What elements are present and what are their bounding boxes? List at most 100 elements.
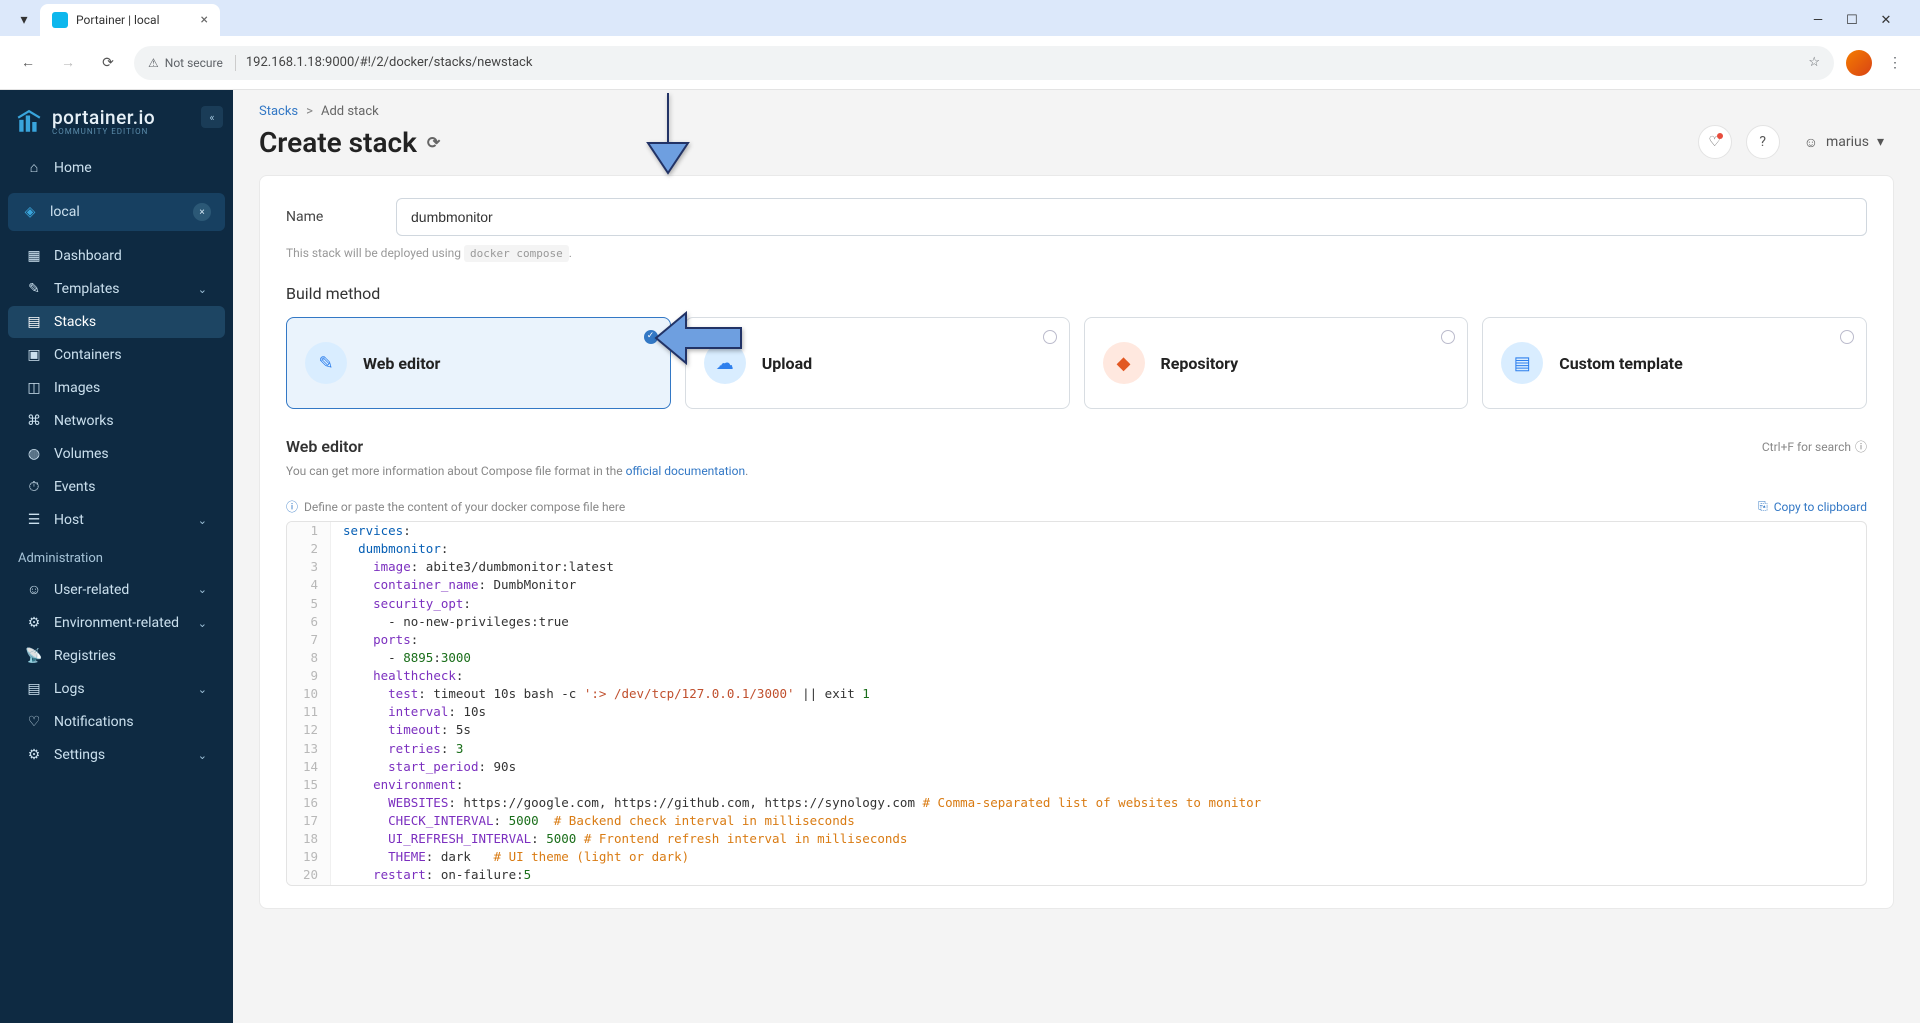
code-line[interactable]: 17 CHECK_INTERVAL: 5000 # Backend check … xyxy=(287,812,1866,830)
sidebar-environment[interactable]: ◈ local × xyxy=(8,193,225,231)
code-line[interactable]: 11 interval: 10s xyxy=(287,703,1866,721)
code-line[interactable]: 10 test: timeout 10s bash -c ':> /dev/tc… xyxy=(287,685,1866,703)
code-content: THEME: dark # UI theme (light or dark) xyxy=(331,848,689,866)
sidebar-item-containers[interactable]: ▣Containers xyxy=(8,339,225,371)
page-title: Create stack ⟳ xyxy=(259,126,440,159)
nav-forward-button[interactable]: → xyxy=(54,49,82,77)
nav-reload-button[interactable]: ⟳ xyxy=(94,49,122,77)
window-maximize-icon[interactable]: ☐ xyxy=(1842,13,1862,28)
sidebar-item-label: Templates xyxy=(54,281,120,297)
line-number: 6 xyxy=(287,613,331,631)
sidebar-collapse-button[interactable]: « xyxy=(201,106,223,128)
code-content: image: abite3/dumbmonitor:latest xyxy=(331,558,614,576)
code-line[interactable]: 20 restart: on-failure:5 xyxy=(287,866,1866,884)
profile-avatar[interactable] xyxy=(1846,50,1872,76)
code-line[interactable]: 5 security_opt: xyxy=(287,595,1866,613)
code-line[interactable]: 7 ports: xyxy=(287,631,1866,649)
code-line[interactable]: 18 UI_REFRESH_INTERVAL: 5000 # Frontend … xyxy=(287,830,1866,848)
code-content: start_period: 90s xyxy=(331,758,516,776)
sidebar-item-user-related[interactable]: ☺User-related⌄ xyxy=(8,573,225,606)
code-line[interactable]: 2 dumbmonitor: xyxy=(287,540,1866,558)
sidebar-item-networks[interactable]: ⌘Networks xyxy=(8,405,225,437)
code-line[interactable]: 19 THEME: dark # UI theme (light or dark… xyxy=(287,848,1866,866)
line-number: 14 xyxy=(287,758,331,776)
not-secure-badge[interactable]: ⚠ Not secure xyxy=(148,55,236,71)
sidebar-icon: ▤ xyxy=(26,681,42,697)
line-number: 1 xyxy=(287,522,331,540)
code-line[interactable]: 6 - no-new-privileges:true xyxy=(287,613,1866,631)
browser-tab[interactable]: Portainer | local × xyxy=(40,4,220,36)
stack-panel: Name This stack will be deployed using d… xyxy=(259,175,1894,909)
sidebar-item-dashboard[interactable]: ▦Dashboard xyxy=(8,240,225,272)
code-line[interactable]: 9 healthcheck: xyxy=(287,667,1866,685)
sidebar-item-templates[interactable]: ✎Templates⌄ xyxy=(8,273,225,305)
sidebar-item-label: Networks xyxy=(54,413,114,429)
help-circle-icon[interactable]: ⓘ xyxy=(1855,438,1867,455)
window-minimize-icon[interactable]: — xyxy=(1808,13,1828,28)
line-number: 13 xyxy=(287,740,331,758)
stack-name-input[interactable] xyxy=(396,198,1867,236)
bookmark-star-icon[interactable]: ☆ xyxy=(1808,55,1820,70)
sidebar-item-stacks[interactable]: ▤Stacks xyxy=(8,306,225,338)
build-card-web-editor[interactable]: ✎Web editor xyxy=(286,317,671,409)
window-close-icon[interactable]: ✕ xyxy=(1876,13,1896,28)
code-line[interactable]: 15 environment: xyxy=(287,776,1866,794)
sidebar-item-environment-related[interactable]: ⚙Environment-related⌄ xyxy=(8,607,225,639)
code-line[interactable]: 12 timeout: 5s xyxy=(287,721,1866,739)
notifications-bell-icon[interactable]: ♡ xyxy=(1698,125,1732,159)
radio-indicator xyxy=(1043,330,1057,344)
code-line[interactable]: 8 - 8895:3000 xyxy=(287,649,1866,667)
build-method-grid: ✎Web editor☁Upload◆Repository▤Custom tem… xyxy=(286,317,1867,409)
copy-to-clipboard-button[interactable]: ⎘ Copy to clipboard xyxy=(1758,499,1867,514)
tab-search-dropdown[interactable]: ▾ xyxy=(12,8,36,32)
refresh-icon[interactable]: ⟳ xyxy=(427,133,440,152)
breadcrumb-root[interactable]: Stacks xyxy=(259,104,298,119)
sidebar-icon: ☰ xyxy=(26,512,42,528)
sidebar-item-home[interactable]: ⌂ Home xyxy=(8,151,225,184)
build-card-custom-template[interactable]: ▤Custom template xyxy=(1482,317,1867,409)
brand[interactable]: portainer.io COMMUNITY EDITION « xyxy=(0,98,233,150)
sidebar-item-registries[interactable]: 📡Registries xyxy=(8,640,225,672)
sidebar-item-notifications[interactable]: ♡Notifications xyxy=(8,706,225,738)
build-icon: ☁ xyxy=(704,342,746,384)
sidebar-item-label: Containers xyxy=(54,347,122,363)
sidebar-icon: ⚙ xyxy=(26,615,42,631)
sidebar-item-logs[interactable]: ▤Logs⌄ xyxy=(8,673,225,705)
sidebar-item-label: User-related xyxy=(54,582,129,598)
browser-menu-icon[interactable]: ⋮ xyxy=(1884,55,1906,71)
help-icon[interactable]: ? xyxy=(1746,125,1780,159)
docs-link[interactable]: official documentation xyxy=(626,464,746,478)
sidebar-item-settings[interactable]: ⚙Settings⌄ xyxy=(8,739,225,771)
code-line[interactable]: 3 image: abite3/dumbmonitor:latest xyxy=(287,558,1866,576)
sidebar-item-events[interactable]: ⏱Events xyxy=(8,471,225,503)
code-line[interactable]: 14 start_period: 90s xyxy=(287,758,1866,776)
code-line[interactable]: 4 container_name: DumbMonitor xyxy=(287,576,1866,594)
sidebar-item-label: Volumes xyxy=(54,446,109,462)
build-method-title: Build method xyxy=(286,284,1867,303)
line-number: 8 xyxy=(287,649,331,667)
editor-info: ⓘ Define or paste the content of your do… xyxy=(286,498,625,515)
code-content: - 8895:3000 xyxy=(331,649,471,667)
code-editor[interactable]: 1services:2 dumbmonitor:3 image: abite3/… xyxy=(286,521,1867,886)
sidebar-item-volumes[interactable]: ◍Volumes xyxy=(8,438,225,470)
sidebar-item-host[interactable]: ☰Host⌄ xyxy=(8,504,225,536)
build-card-upload[interactable]: ☁Upload xyxy=(685,317,1070,409)
env-close-icon[interactable]: × xyxy=(193,203,211,221)
sidebar-item-label: Notifications xyxy=(54,714,134,730)
sidebar-item-images[interactable]: ◫Images xyxy=(8,372,225,404)
code-line[interactable]: 13 retries: 3 xyxy=(287,740,1866,758)
sidebar-icon: ◫ xyxy=(26,380,42,396)
breadcrumb-separator: > xyxy=(306,104,313,119)
line-number: 5 xyxy=(287,595,331,613)
code-line[interactable]: 16 WEBSITES: https://google.com, https:/… xyxy=(287,794,1866,812)
sidebar-item-label: Registries xyxy=(54,648,116,664)
radio-indicator xyxy=(1840,330,1854,344)
code-line[interactable]: 1services: xyxy=(287,522,1866,540)
user-menu[interactable]: ☺ marius ▾ xyxy=(1794,128,1894,157)
build-card-repository[interactable]: ◆Repository xyxy=(1084,317,1469,409)
nav-back-button[interactable]: ← xyxy=(14,49,42,77)
url-field[interactable]: ⚠ Not secure 192.168.1.18:9000/#!/2/dock… xyxy=(134,46,1834,80)
tab-close-icon[interactable]: × xyxy=(201,12,208,28)
line-number: 16 xyxy=(287,794,331,812)
radio-indicator xyxy=(644,330,658,344)
